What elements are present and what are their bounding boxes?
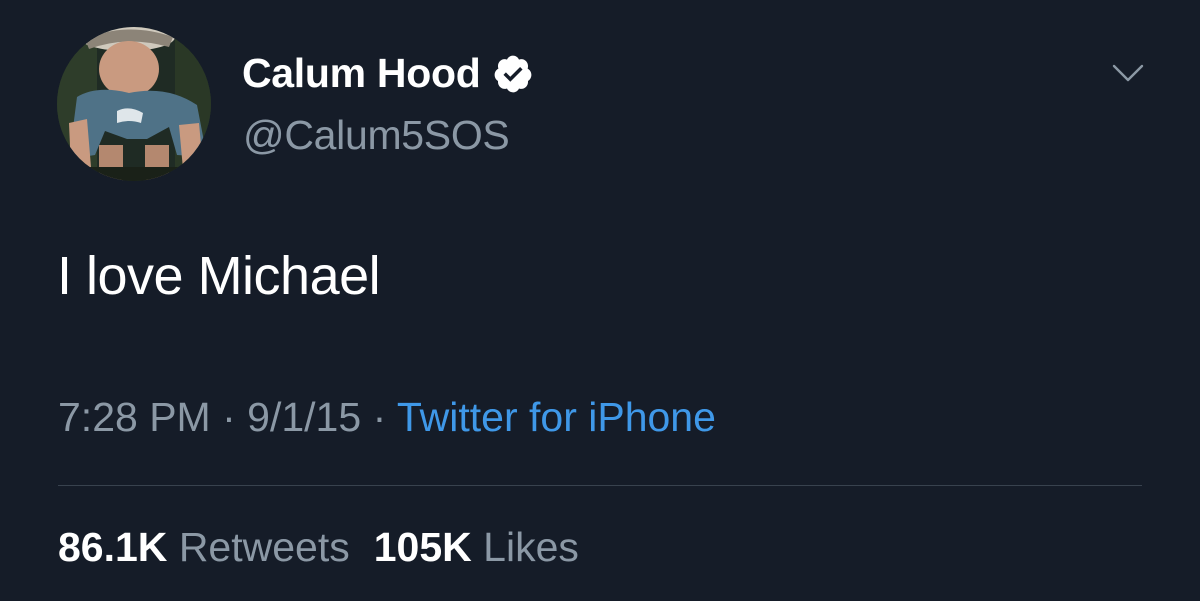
- meta-separator: ·: [372, 394, 397, 440]
- retweets-count: 86.1K: [58, 524, 168, 570]
- likes-label: Likes: [483, 524, 579, 570]
- likes-count: 105K: [373, 524, 472, 570]
- likes-stat[interactable]: 105K Likes: [374, 524, 579, 570]
- retweets-stat[interactable]: 86.1K Retweets: [58, 524, 350, 570]
- tweet-source-link[interactable]: Twitter for iPhone: [397, 394, 716, 440]
- avatar-image: [57, 27, 211, 181]
- tweet-text: I love Michael: [57, 246, 381, 306]
- divider: [58, 485, 1142, 486]
- tweet-stats: 86.1K Retweets 105K Likes: [58, 524, 579, 571]
- tweet-meta: 7:28 PM · 9/1/15 · Twitter for iPhone: [58, 394, 716, 441]
- meta-separator: ·: [222, 394, 248, 440]
- display-name-text[interactable]: Calum Hood: [242, 50, 481, 97]
- retweets-label: Retweets: [178, 524, 350, 570]
- tweet-card: Calum Hood @Calum5SOS I love Michael 7:2…: [0, 0, 1200, 601]
- tweet-time[interactable]: 7:28 PM: [58, 394, 211, 440]
- verified-badge-icon: [492, 53, 534, 95]
- user-handle[interactable]: @Calum5SOS: [243, 112, 510, 159]
- display-name[interactable]: Calum Hood: [242, 50, 534, 97]
- avatar[interactable]: [57, 27, 211, 181]
- chevron-down-icon[interactable]: [1110, 60, 1146, 86]
- tweet-date[interactable]: 9/1/15: [247, 394, 361, 440]
